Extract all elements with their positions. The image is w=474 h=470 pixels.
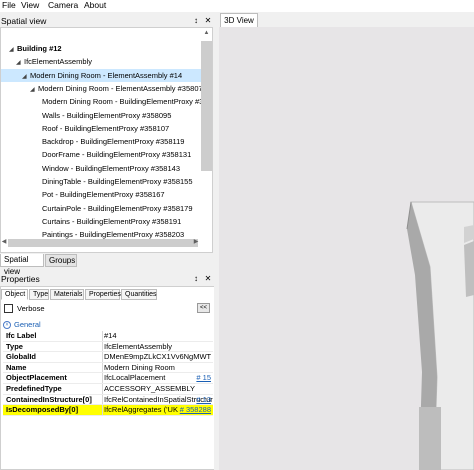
tab-materials[interactable]: Materials — [50, 289, 84, 300]
property-key: IsDecomposedBy[0] — [6, 405, 79, 415]
general-section-header[interactable]: ˄ General — [3, 319, 41, 330]
menu-bar: File View Camera About — [0, 0, 474, 12]
menu-about[interactable]: About — [84, 0, 106, 11]
property-key: Name — [6, 362, 27, 372]
tree-item[interactable]: Window - BuildingElementProxy #358143 — [1, 162, 199, 175]
tab-properties[interactable]: Properties — [85, 289, 121, 300]
tree-item-label: Curtains - BuildingElementProxy #358191 — [42, 216, 182, 226]
tree-item-label: DoorFrame - BuildingElementProxy #358131 — [42, 150, 192, 160]
tree-item-label: DiningTable - BuildingElementProxy #3581… — [42, 177, 193, 186]
spatial-view-title: Spatial view — [1, 16, 47, 26]
property-value: ACCESSORY_ASSEMBLY — [104, 384, 196, 393]
close-icon[interactable]: ✕ — [204, 16, 212, 26]
section-label: General — [14, 320, 41, 329]
properties-pin-icon[interactable]: ↕ — [192, 274, 200, 284]
property-key: Ifc Label — [6, 331, 37, 340]
tab-spatial-view[interactable]: Spatial view — [0, 254, 44, 276]
property-key: Type — [6, 341, 23, 351]
horizontal-scrollbar-thumb[interactable] — [8, 239, 198, 247]
tab-quantities[interactable]: Quantities — [121, 289, 157, 300]
tree-item-label: Walls - BuildingElementProxy #358095 — [42, 110, 172, 120]
tree-item-label: Roof - BuildingElementProxy #358107 — [42, 123, 170, 133]
property-value: DMenE9mpZLkCX1Vv6NgMWT — [104, 352, 212, 362]
property-key: GlobalId — [6, 352, 36, 362]
property-row[interactable]: GlobalId DMenE9mpZLkCX1Vv6NgMWT — [3, 352, 213, 363]
menu-camera[interactable]: Camera — [48, 0, 78, 11]
tree-item[interactable]: Modern Dining Room - BuildingElementProx… — [1, 95, 212, 108]
property-row[interactable]: PredefinedType ACCESSORY_ASSEMBLY — [3, 384, 213, 395]
tree-item-label: Backdrop - BuildingElementProxy #358119 — [42, 137, 185, 147]
property-key: PredefinedType — [6, 384, 62, 393]
property-link[interactable]: # 15 — [194, 373, 211, 383]
3d-viewport[interactable] — [219, 27, 474, 470]
column-divider — [102, 405, 103, 415]
tree-item-label: Modern Dining Room - ElementAssembly #14 — [30, 70, 183, 80]
tree-item[interactable]: Curtains - BuildingElementProxy #358191 — [1, 215, 199, 228]
verbose-label: Verbose — [17, 304, 45, 313]
tree-item-label: Pot - BuildingElementProxy #358167 — [42, 190, 165, 200]
property-value: #14 — [104, 331, 117, 340]
column-divider — [102, 341, 103, 352]
property-row[interactable]: IsDecomposedBy[0] IfcRelAggregates ('UK2N… — [3, 405, 213, 416]
menu-view[interactable]: View — [21, 0, 39, 11]
tree-item[interactable]: Roof - BuildingElementProxy #358107 — [1, 122, 199, 135]
property-link[interactable]: # 13 — [194, 395, 211, 405]
tree-item-label: Building #12 — [17, 44, 62, 53]
property-value: Modern Dining Room — [104, 362, 175, 372]
collapse-button[interactable]: << — [197, 303, 210, 313]
tab-groups[interactable]: Groups — [45, 254, 77, 267]
tree-item[interactable]: ◢ Modern Dining Room - ElementAssembly #3… — [1, 82, 207, 95]
properties-title: Properties — [1, 274, 40, 284]
tree-item[interactable]: ◢ IfcElementAssembly — [1, 55, 199, 68]
tree-item[interactable]: Walls - BuildingElementProxy #358095 — [1, 109, 199, 122]
verbose-checkbox[interactable] — [4, 304, 13, 313]
3d-model — [219, 27, 474, 470]
column-divider — [102, 362, 103, 373]
property-row[interactable]: ContainedInStructure[0] IfcRelContainedIn… — [3, 394, 213, 406]
tree-item[interactable]: ◢ Modern Dining Room - ElementAssembly #1… — [1, 68, 201, 82]
tab-3d-view[interactable]: 3D View — [220, 13, 258, 27]
tree-item[interactable]: Backdrop - BuildingElementProxy #358119 — [1, 135, 199, 148]
tree-item-label: Window - BuildingElementProxy #358143 — [42, 163, 180, 173]
column-divider — [102, 384, 103, 394]
property-row[interactable]: Type IfcElementAssembly — [3, 341, 213, 353]
tree-item[interactable]: DoorFrame - BuildingElementProxy #358131 — [1, 148, 199, 161]
column-divider — [102, 394, 103, 405]
tab-object[interactable]: Object — [1, 289, 28, 300]
spatial-tree: ◢ Building #12 ◢ IfcElementAssembly ◢ Modern … — [0, 27, 213, 253]
pin-icon[interactable]: ↕ — [192, 16, 200, 26]
tree-item[interactable]: Pot - BuildingElementProxy #358167 — [1, 188, 199, 201]
property-row[interactable]: Ifc Label #14 — [3, 331, 213, 342]
property-row[interactable]: ObjectPlacement IfcLocalPlacement # 15 — [3, 373, 213, 384]
properties-close-icon[interactable]: ✕ — [204, 274, 212, 284]
tree-item[interactable]: CurtainPole - BuildingElementProxy #3581… — [1, 202, 199, 215]
tree-item[interactable]: ◢ Building #12 — [1, 42, 199, 55]
property-row[interactable]: Name Modern Dining Room — [3, 362, 213, 374]
vertical-scrollbar-thumb[interactable] — [201, 41, 212, 171]
column-divider — [102, 331, 103, 341]
property-key: ContainedInStructure[0] — [6, 394, 92, 404]
collapse-circle-icon: ˄ — [3, 321, 11, 330]
tree-item-label: Paintings - BuildingElementProxy #358203 — [42, 230, 185, 240]
tree-item-label: IfcElementAssembly — [24, 57, 92, 67]
property-key: ObjectPlacement — [6, 373, 67, 383]
property-link[interactable]: # 358288 — [177, 405, 211, 416]
tree-item[interactable]: DiningTable - BuildingElementProxy #3581… — [1, 175, 199, 188]
scroll-right-icon[interactable]: ▶ — [192, 237, 200, 248]
tree-item-label: Modern Dining Room - BuildingElementProx… — [42, 97, 213, 107]
property-value: IfcElementAssembly — [104, 341, 172, 351]
menu-file[interactable]: File — [2, 0, 16, 11]
tree-item-label: Modern Dining Room - ElementAssembly #35… — [38, 83, 207, 93]
tab-type[interactable]: Type — [29, 289, 49, 300]
column-divider — [102, 373, 103, 383]
scroll-up-icon[interactable]: ▲ — [201, 27, 212, 40]
tree-item-label: CurtainPole - BuildingElementProxy #3581… — [42, 203, 193, 213]
scroll-left-icon[interactable]: ◀ — [0, 237, 8, 248]
column-divider — [102, 352, 103, 362]
